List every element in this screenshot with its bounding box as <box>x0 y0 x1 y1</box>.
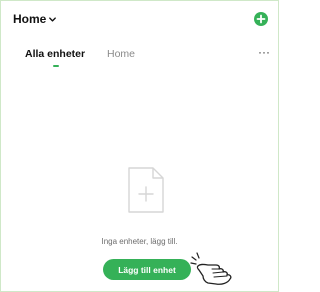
active-tab-indicator <box>53 65 59 67</box>
tab-home[interactable]: Home <box>107 48 135 60</box>
add-device-button[interactable]: Lägg till enhet <box>103 259 191 280</box>
tab-bar: Alla enheter Home ··· <box>1 44 278 70</box>
empty-state-message: Inga enheter, lägg till. <box>101 237 178 246</box>
plus-icon <box>256 14 266 24</box>
home-title: Home <box>13 12 47 26</box>
hand-pointer-icon <box>190 252 232 285</box>
tab-all-devices[interactable]: Alla enheter <box>25 48 85 60</box>
more-options-icon[interactable]: ··· <box>258 45 270 59</box>
add-device-icon-button[interactable] <box>254 12 268 26</box>
empty-file-add-icon <box>128 167 164 213</box>
top-bar: Home <box>1 1 278 39</box>
home-selector[interactable]: Home <box>13 12 57 26</box>
chevron-down-icon <box>49 16 57 22</box>
app-screen: Home Alla enheter Home ··· Inga enheter,… <box>0 0 279 292</box>
